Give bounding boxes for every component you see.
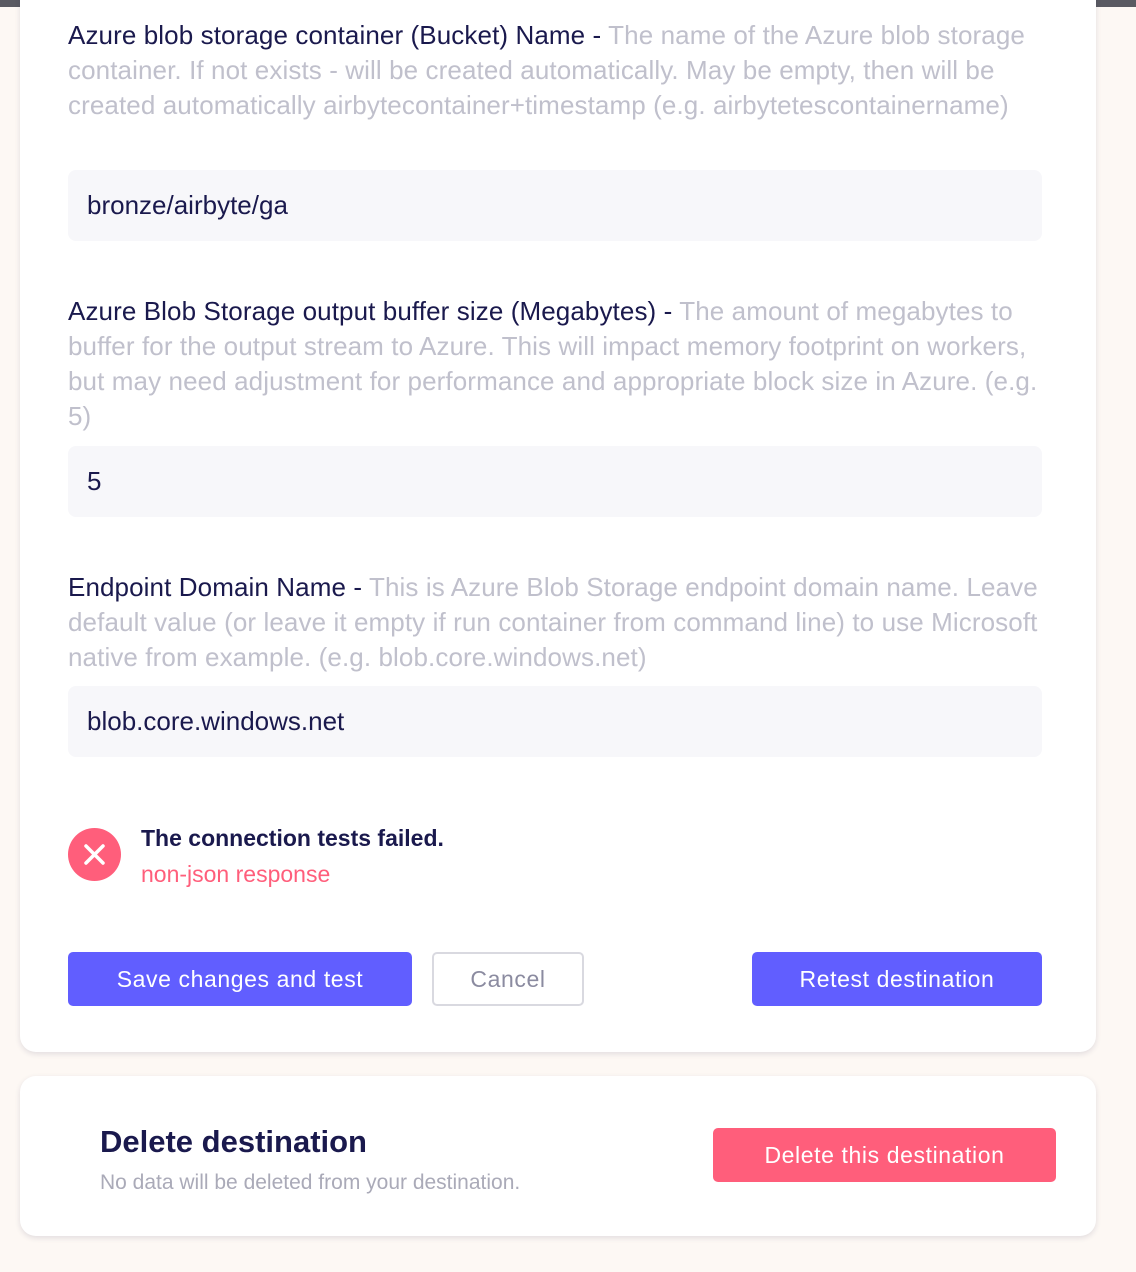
field-separator: - bbox=[585, 20, 609, 50]
error-title: The connection tests failed. bbox=[141, 825, 444, 851]
close-icon bbox=[68, 828, 121, 881]
container-name-label: Azure blob storage container (Bucket) Na… bbox=[68, 18, 1042, 123]
field-separator: - bbox=[346, 572, 369, 602]
destination-settings-card: Azure blob storage container (Bucket) Na… bbox=[20, 0, 1096, 1052]
cancel-button[interactable]: Cancel bbox=[432, 952, 584, 1006]
delete-destination-button[interactable]: Delete this destination bbox=[713, 1128, 1056, 1182]
connection-error: The connection tests failed. non-json re… bbox=[68, 820, 668, 892]
field-title: Endpoint Domain Name bbox=[68, 572, 347, 602]
buffer-size-label: Azure Blob Storage output buffer size (M… bbox=[68, 294, 1042, 434]
field-separator: - bbox=[656, 296, 680, 326]
container-name-input[interactable]: bronze/airbyte/ga bbox=[68, 170, 1042, 241]
buffer-size-input[interactable]: 5 bbox=[68, 446, 1042, 517]
retest-destination-button[interactable]: Retest destination bbox=[752, 952, 1042, 1006]
delete-destination-card: Delete destination No data will be delet… bbox=[20, 1076, 1096, 1236]
error-message: non-json response bbox=[141, 861, 331, 887]
field-title: Azure Blob Storage output buffer size (M… bbox=[68, 296, 657, 326]
delete-title: Delete destination bbox=[100, 1124, 367, 1159]
field-title: Azure blob storage container (Bucket) Na… bbox=[68, 20, 586, 50]
save-and-test-button[interactable]: Save changes and test bbox=[68, 952, 412, 1006]
delete-subtitle: No data will be deleted from your destin… bbox=[100, 1171, 521, 1194]
endpoint-domain-label: Endpoint Domain Name - This is Azure Blo… bbox=[68, 570, 1042, 675]
endpoint-domain-input[interactable]: blob.core.windows.net bbox=[68, 686, 1042, 757]
